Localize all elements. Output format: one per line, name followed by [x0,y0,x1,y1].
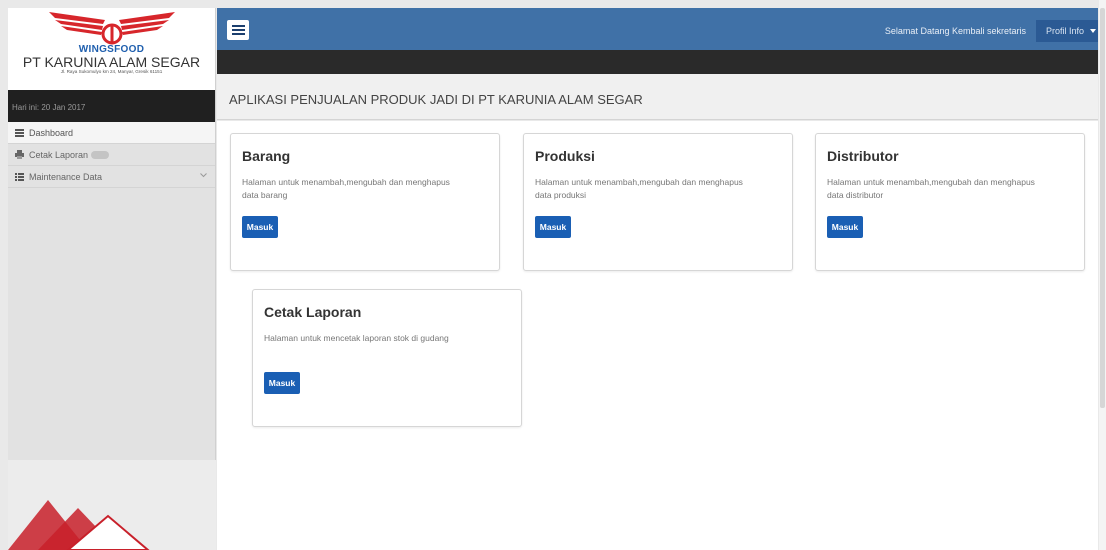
masuk-barang-button[interactable]: Masuk [242,216,278,238]
card-barang: Barang Halaman untuk menambah,mengubah d… [230,133,500,271]
watermark-logo-icon [8,500,150,550]
card-title: Produksi [535,148,595,164]
sidebar-item-cetak-laporan[interactable]: Cetak Laporan [8,144,215,166]
sidebar-nav: Dashboard Cetak Laporan Maintenance Data [8,122,215,188]
app-window: WINGSFOOD PT KARUNIA ALAM SEGAR Jl. Raya… [0,0,1106,550]
caret-down-icon [1090,29,1097,33]
card-description: Halaman untuk menambah,mengubah dan meng… [535,177,743,200]
profile-info-button[interactable]: Profil Info [1036,20,1098,42]
card-distributor: Distributor Halaman untuk menambah,mengu… [815,133,1085,271]
dashboard-content: Barang Halaman untuk menambah,mengubah d… [217,121,1098,550]
card-cetak-laporan: Cetak Laporan Halaman untuk mencetak lap… [252,289,522,427]
sidebar: WINGSFOOD PT KARUNIA ALAM SEGAR Jl. Raya… [8,8,216,550]
masuk-cetak-laporan-button[interactable]: Masuk [264,372,300,394]
sidebar-item-maintenance-data[interactable]: Maintenance Data [8,166,215,188]
sidebar-item-label: Dashboard [29,127,74,138]
card-produksi: Produksi Halaman untuk menambah,mengubah… [523,133,793,271]
top-navbar: Selamat Datang Kembali sekretaris Profil… [217,8,1098,50]
card-title: Distributor [827,148,899,164]
scrollbar-thumb[interactable] [1100,8,1105,408]
page-title: APLIKASI PENJUALAN PRODUK JADI DI PT KAR… [229,92,643,107]
card-description: Halaman untuk mencetak laporan stok di g… [264,333,449,343]
card-description: Halaman untuk menambah,mengubah dan meng… [827,177,1035,200]
page-title-bar: APLIKASI PENJUALAN PRODUK JADI DI PT KAR… [217,74,1098,120]
secondary-bar [217,50,1098,74]
date-label: Hari ini: 20 Jan 2017 [8,90,215,122]
dashboard-icon [14,128,24,137]
new-badge [91,150,110,159]
menu-toggle-button[interactable] [227,20,249,40]
card-title: Cetak Laporan [264,304,362,320]
card-title: Barang [242,148,291,164]
wingsfood-logo-icon [48,12,175,45]
sidebar-item-dashboard[interactable]: Dashboard [8,122,215,144]
sidebar-item-label: Cetak Laporan [29,149,89,160]
brand-header: WINGSFOOD PT KARUNIA ALAM SEGAR Jl. Raya… [8,8,215,90]
profile-info-label: Profil Info [1046,26,1085,36]
masuk-distributor-button[interactable]: Masuk [827,216,863,238]
company-name: PT KARUNIA ALAM SEGAR [22,54,201,70]
chevron-down-icon [200,173,207,178]
page-scrollbar[interactable] [1099,0,1106,550]
welcome-text: Selamat Datang Kembali sekretaris [884,26,1026,36]
print-icon [14,150,24,159]
sidebar-item-label: Maintenance Data [29,171,103,182]
hamburger-icon [231,25,245,27]
card-description: Halaman untuk menambah,mengubah dan meng… [242,177,450,200]
list-icon [14,172,24,181]
masuk-produksi-button[interactable]: Masuk [535,216,571,238]
